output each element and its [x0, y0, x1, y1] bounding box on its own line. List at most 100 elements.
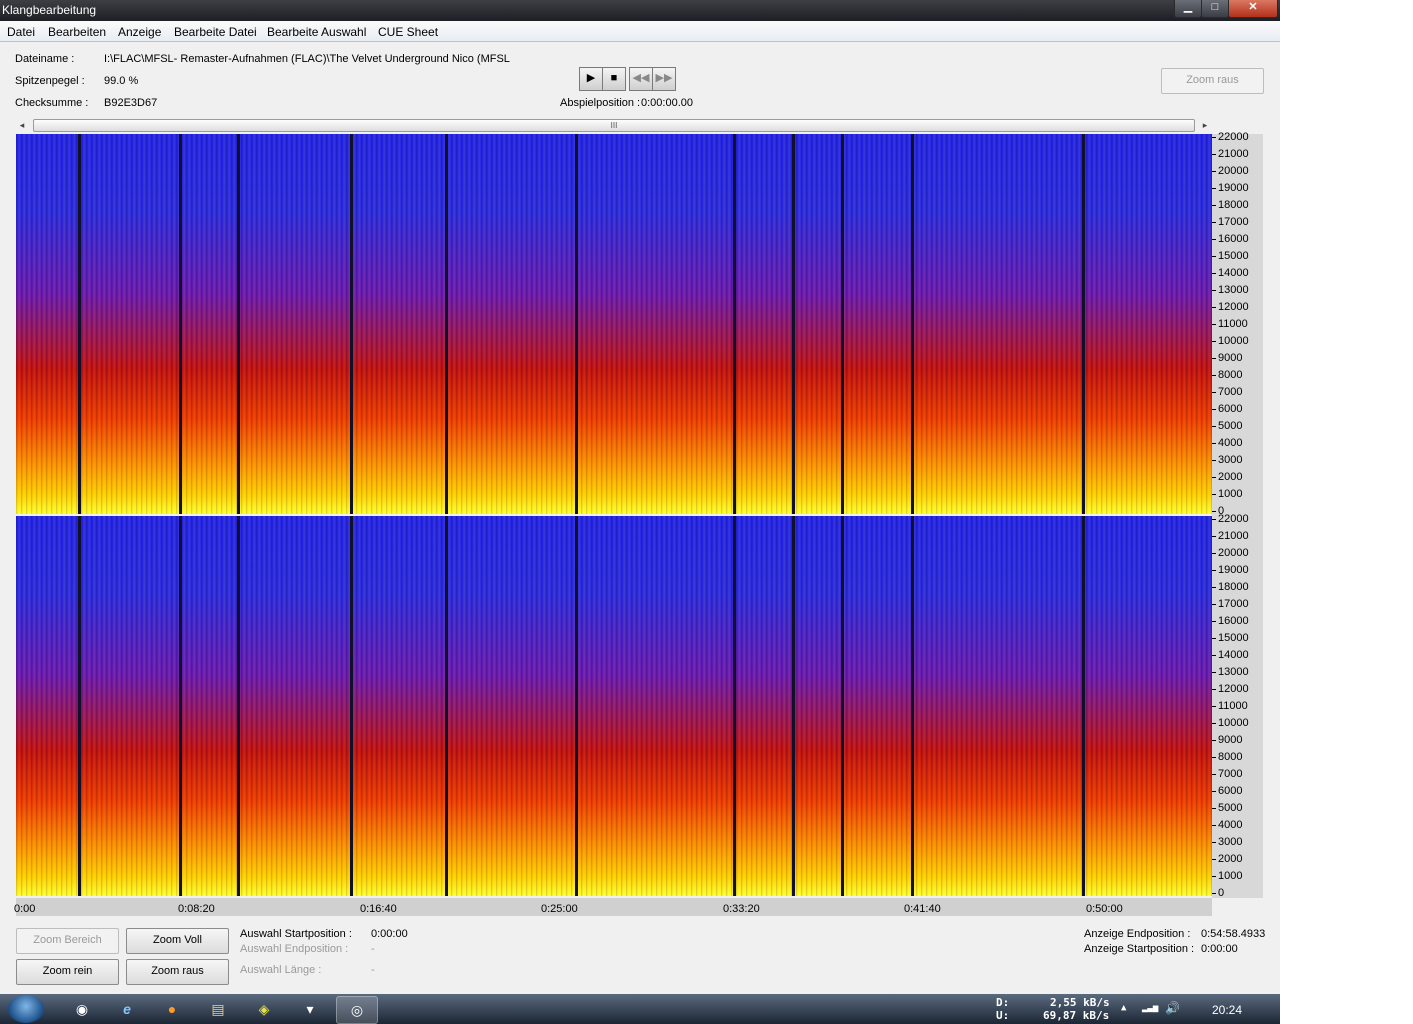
tray-arrow-icon[interactable]: ▲: [1121, 1003, 1126, 1013]
zoom-raus-button[interactable]: Zoom raus: [126, 959, 229, 985]
klangbearbeitung-window: Klangbearbeitung ▁ □ ✕ Datei Bearbeiten …: [0, 0, 1280, 994]
frequency-tick: 14000: [1212, 650, 1249, 661]
spectrogram-texture: [16, 134, 1212, 514]
track-boundary: [1082, 516, 1085, 896]
frequency-tick: 15000: [1212, 633, 1249, 644]
horizontal-scrollbar[interactable]: ◂ III ▸: [15, 118, 1212, 132]
frequency-tick: 11000: [1212, 319, 1248, 330]
track-boundary: [350, 516, 353, 896]
track-boundary: [237, 516, 240, 896]
selection-length-value: -: [371, 964, 375, 976]
title-bar: Klangbearbeitung ▁ □ ✕: [0, 0, 1280, 21]
checksum-label: Checksumme :: [15, 97, 89, 109]
track-boundary: [78, 134, 81, 514]
frequency-tick: 4000: [1212, 438, 1242, 449]
frequency-tick: 13000: [1212, 667, 1249, 678]
rewind-button[interactable]: ◀◀: [629, 67, 653, 91]
start-button[interactable]: [8, 995, 44, 1023]
time-axis: 0:00 0:08:20 0:16:40 0:25:00 0:33:20 0:4…: [14, 898, 1212, 916]
track-boundary: [792, 516, 795, 896]
track-boundary: [179, 134, 182, 514]
track-boundary: [575, 516, 578, 896]
chrome-icon[interactable]: ◉: [62, 996, 102, 1022]
filename-label: Dateiname :: [15, 53, 75, 65]
spectrogram-left-channel[interactable]: [16, 134, 1212, 514]
menu-cue-sheet[interactable]: CUE Sheet: [378, 25, 438, 39]
frequency-tick: 6000: [1212, 404, 1242, 415]
display-start-value: 0:00:00: [1201, 943, 1238, 955]
frequency-tick: 21000: [1212, 531, 1249, 542]
spectrogram-texture: [16, 516, 1212, 896]
frequency-tick: 10000: [1212, 336, 1249, 347]
time-tick: 0:50:00: [1086, 903, 1123, 915]
frequency-tick: 13000: [1212, 285, 1249, 296]
frequency-tick: 6000: [1212, 786, 1242, 797]
display-end-value: 0:54:58.4933: [1201, 928, 1266, 940]
play-button[interactable]: ▶: [579, 67, 603, 91]
forward-button[interactable]: ▶▶: [652, 67, 676, 91]
time-tick: 0:08:20: [178, 903, 215, 915]
track-boundary: [733, 134, 736, 514]
frequency-tick: 18000: [1212, 582, 1249, 593]
firefox-icon[interactable]: ●: [152, 996, 192, 1022]
menu-datei[interactable]: Datei: [7, 25, 35, 39]
minimize-button[interactable]: ▁: [1174, 0, 1202, 18]
peak-value: 99.0 %: [104, 75, 139, 87]
track-boundary: [1082, 134, 1085, 514]
maximize-button[interactable]: □: [1201, 0, 1229, 18]
frequency-tick: 22000: [1212, 514, 1249, 525]
window-title: Klangbearbeitung: [2, 3, 97, 17]
selection-end-value: -: [371, 943, 375, 955]
stop-button[interactable]: ■: [602, 67, 626, 91]
frequency-tick: 19000: [1212, 565, 1249, 576]
frequency-tick: 8000: [1212, 370, 1242, 381]
zoom-raus-top-button[interactable]: Zoom raus: [1161, 68, 1264, 94]
frequency-tick: 8000: [1212, 752, 1242, 763]
zoom-voll-button[interactable]: Zoom Voll: [126, 928, 229, 954]
checksum-value: B92E3D67: [104, 97, 158, 109]
taskbar-clock[interactable]: 20:24: [1212, 1003, 1242, 1017]
menu-anzeige[interactable]: Anzeige: [118, 25, 161, 39]
frequency-axis-top: 22000 21000 20000 19000 18000 17000 16000 15000…: [1212, 132, 1263, 517]
playpos-value: 0:00:00.00: [641, 97, 693, 109]
frequency-tick: 21000: [1212, 149, 1249, 160]
spectrogram-right-channel[interactable]: [16, 516, 1212, 896]
frequency-tick: 16000: [1212, 616, 1249, 627]
track-boundary: [445, 516, 448, 896]
eac-taskbar-item[interactable]: ◎: [336, 996, 378, 1024]
frequency-tick: 12000: [1212, 302, 1249, 313]
media-player-icon[interactable]: ◈: [244, 996, 284, 1022]
volume-icon[interactable]: 🔊: [1165, 1001, 1180, 1015]
frequency-tick: 4000: [1212, 820, 1242, 831]
selection-start-value: 0:00:00: [371, 928, 408, 940]
zoom-bereich-button[interactable]: Zoom Bereich: [16, 928, 119, 954]
time-tick: 0:25:00: [541, 903, 578, 915]
scroll-right-icon[interactable]: ▸: [1198, 118, 1212, 132]
track-boundary: [179, 516, 182, 896]
zoom-rein-button[interactable]: Zoom rein: [16, 959, 119, 985]
network-signal-icon[interactable]: ▂▃▅: [1142, 1003, 1158, 1013]
frequency-tick: 3000: [1212, 455, 1242, 466]
frequency-tick: 12000: [1212, 684, 1249, 695]
frequency-tick: 17000: [1212, 599, 1249, 610]
menu-bearbeite-auswahl[interactable]: Bearbeite Auswahl: [267, 25, 366, 39]
taskbar: ◉ e ● ▤ ◈ ▾ ◎ D: 2,55 kB/s U: 69,87 kB/s…: [0, 994, 1280, 1024]
frequency-tick: 3000: [1212, 837, 1242, 848]
internet-explorer-icon[interactable]: e: [107, 996, 147, 1022]
selection-length-label: Auswahl Länge :: [240, 964, 322, 976]
close-button[interactable]: ✕: [1228, 0, 1278, 18]
peak-label: Spitzenpegel :: [15, 75, 85, 87]
track-boundary: [350, 134, 353, 514]
scroll-thumb[interactable]: III: [33, 119, 1195, 132]
scroll-left-icon[interactable]: ◂: [15, 118, 29, 132]
frequency-tick: 2000: [1212, 472, 1242, 483]
explorer-folder-icon[interactable]: ▤: [198, 996, 238, 1022]
menu-bearbeite-datei[interactable]: Bearbeite Datei: [174, 25, 257, 39]
app-icon[interactable]: ▾: [290, 996, 330, 1022]
frequency-tick: 9000: [1212, 353, 1242, 364]
frequency-tick: 22000: [1212, 132, 1249, 143]
track-boundary: [78, 516, 81, 896]
menu-bearbeiten[interactable]: Bearbeiten: [48, 25, 106, 39]
time-tick: 0:16:40: [360, 903, 397, 915]
track-boundary: [911, 516, 914, 896]
